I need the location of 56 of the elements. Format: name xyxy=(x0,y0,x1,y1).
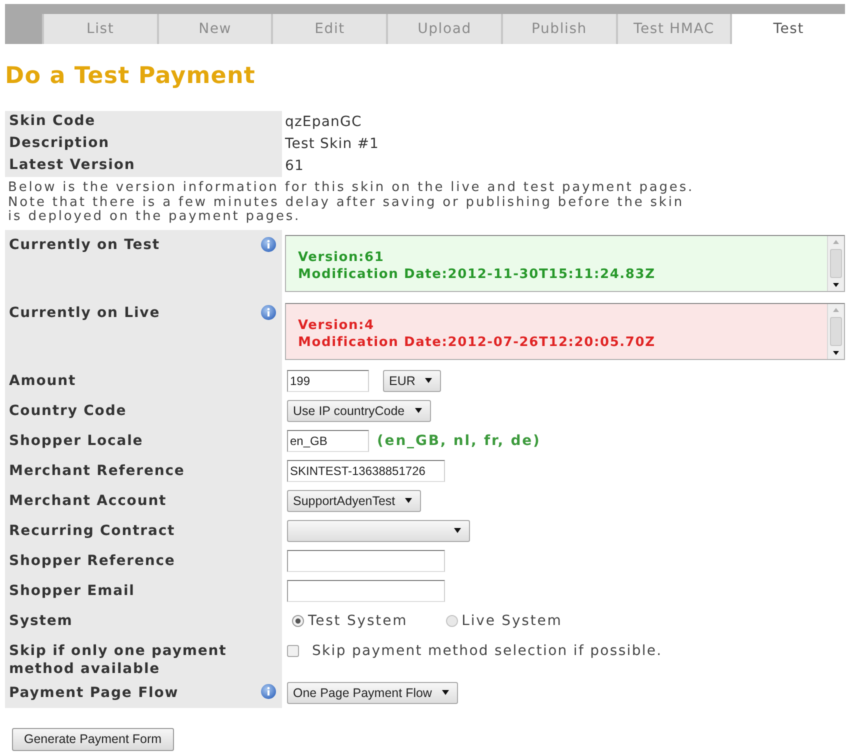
field-label: Payment Page Flow xyxy=(9,684,179,702)
scrollbar[interactable] xyxy=(827,304,844,358)
checkbox-icon[interactable] xyxy=(287,644,299,656)
field-label: Shopper Reference xyxy=(9,552,176,570)
version-detail-text: Modification Date:2012-07-26T12:20:05.70Z xyxy=(298,334,656,350)
radio-option[interactable]: Test System xyxy=(292,612,408,628)
dropdown[interactable]: Use IP countryCode xyxy=(287,400,431,422)
scrollbar[interactable] xyxy=(827,236,844,290)
version-detail-text: Version:61 xyxy=(298,248,384,266)
field-label: Description xyxy=(9,134,110,153)
radio-icon[interactable] xyxy=(292,614,304,626)
field-label: Currently on Test xyxy=(9,236,160,254)
field-label: Latest Version xyxy=(9,156,136,175)
version-detail-text: Version:4 xyxy=(298,316,374,334)
field-label: Currently on Live xyxy=(9,304,160,322)
caret-icon xyxy=(414,408,422,413)
text-field[interactable] xyxy=(287,550,445,572)
caret-icon xyxy=(454,528,461,533)
dropdown[interactable]: EUR xyxy=(383,370,442,392)
field-value: Test Skin #1 xyxy=(284,136,380,152)
radio-option[interactable]: Live System xyxy=(446,612,562,628)
text-field[interactable]: 199 xyxy=(287,370,369,392)
scrollbar-thumb[interactable] xyxy=(830,248,842,278)
generate-button[interactable]: Generate Payment Form xyxy=(12,728,174,750)
field-label: Amount xyxy=(9,372,76,390)
info-icon[interactable] xyxy=(261,684,276,698)
text-field[interactable] xyxy=(287,580,445,602)
field-label: Skip if only one payment method available xyxy=(9,642,228,678)
field-value: qzEpanGC xyxy=(284,114,362,130)
version-note: Below is the version information for this skin on the live and test payment pages. Note that there is a few minutes delay after saving or publishing before the skin is deployed on the payment pages. xyxy=(7,181,696,224)
field-label: System xyxy=(9,612,73,630)
field-label: Merchant Reference xyxy=(9,462,185,480)
caret-icon xyxy=(442,690,449,695)
field-label: Merchant Account xyxy=(9,492,167,510)
info-icon[interactable] xyxy=(261,304,276,320)
version-detail-text: Modification Date:2012-11-30T15:11:24.83Z xyxy=(298,266,656,282)
page-title: Do a Test Payment xyxy=(5,62,257,90)
text-field[interactable]: en_GB xyxy=(287,430,369,452)
radio-icon[interactable] xyxy=(446,614,458,626)
field-label: Skin Code xyxy=(9,112,96,131)
scrollbar-thumb[interactable] xyxy=(830,316,842,346)
dropdown[interactable]: One Page Payment Flow xyxy=(287,682,458,704)
field-label: Shopper Locale xyxy=(9,432,144,450)
tab[interactable]: Test xyxy=(730,14,846,44)
field-label: Shopper Email xyxy=(9,582,135,600)
text-field[interactable]: SKINTEST-13638851726 xyxy=(287,460,445,482)
field-label: Country Code xyxy=(9,402,127,420)
caret-icon xyxy=(405,498,412,503)
field-value: 61 xyxy=(284,158,304,174)
caret-icon xyxy=(425,378,432,383)
dropdown[interactable] xyxy=(287,520,470,542)
info-icon[interactable] xyxy=(261,236,276,252)
locale-hint: (en_GB, nl, fr, de) xyxy=(377,432,541,448)
field-label: Recurring Contract xyxy=(9,522,176,540)
dropdown[interactable]: SupportAdyenTest xyxy=(287,490,422,512)
checkbox-option[interactable]: Skip payment method selection if possible. xyxy=(287,642,662,658)
